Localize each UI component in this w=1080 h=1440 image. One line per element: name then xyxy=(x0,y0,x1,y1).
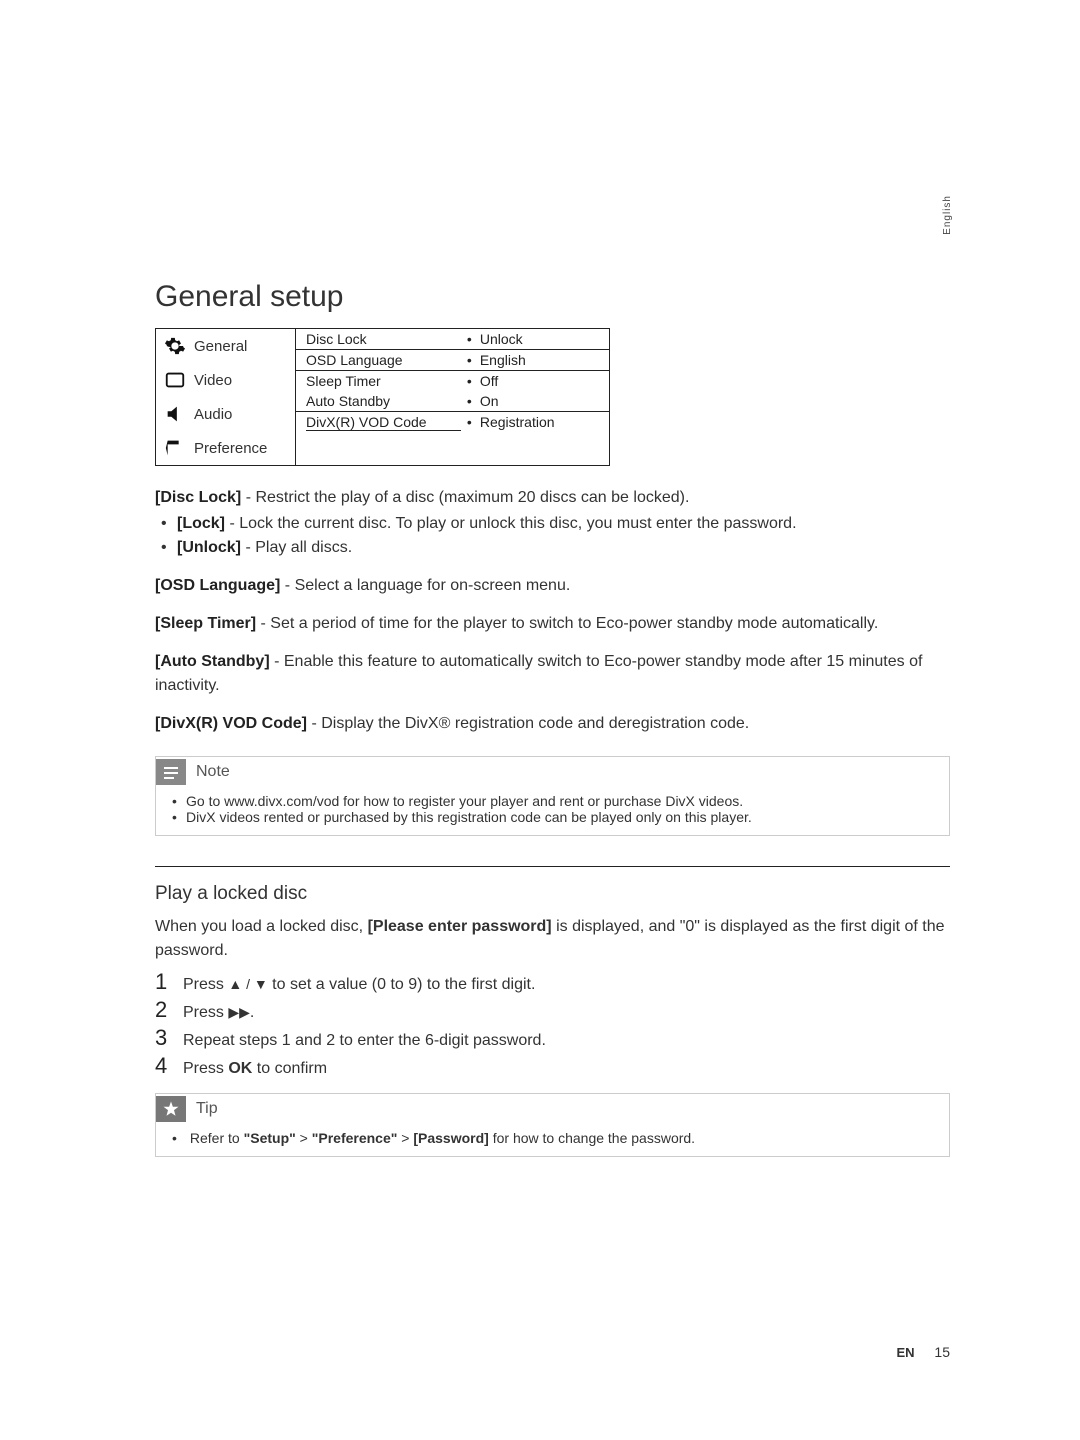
sidebar-item-general[interactable]: General xyxy=(156,329,295,363)
gear-icon xyxy=(164,335,186,357)
language-tab: English xyxy=(942,195,953,235)
step-2: Press ▶▶. xyxy=(155,997,950,1023)
bullet-icon: • xyxy=(467,393,474,409)
osd-row-label: Auto Standby xyxy=(306,393,461,409)
osd-row[interactable]: Sleep Timer • Off xyxy=(296,371,609,391)
bullet-icon: • xyxy=(467,373,474,389)
footer-lang: EN xyxy=(896,1345,914,1360)
page-footer: EN 15 xyxy=(896,1344,950,1360)
def-lock: [Lock] - Lock the current disc. To play … xyxy=(177,512,950,536)
tip-icon xyxy=(156,1096,186,1122)
osd-row-value: On xyxy=(480,393,599,409)
def-disc-lock: [Disc Lock] - Restrict the play of a dis… xyxy=(155,486,950,560)
note-callout: Note Go to www.divx.com/vod for how to r… xyxy=(155,756,950,836)
osd-row-value: Off xyxy=(480,373,599,389)
sidebar-item-label: Preference xyxy=(194,440,267,457)
osd-row-label: Disc Lock xyxy=(306,331,461,347)
up-down-icon: ▲ / ▼ xyxy=(228,976,267,992)
osd-row-label: OSD Language xyxy=(306,352,461,368)
preference-icon xyxy=(164,437,186,459)
osd-sidebar: General Video Audio Preference xyxy=(156,329,296,465)
note-icon xyxy=(156,759,186,785)
sidebar-item-label: General xyxy=(194,338,247,355)
bullet-icon: • xyxy=(467,352,474,368)
osd-row[interactable]: Disc Lock • Unlock xyxy=(296,329,609,350)
tip-title: Tip xyxy=(196,1100,218,1118)
step-3: Repeat steps 1 and 2 to enter the 6-digi… xyxy=(155,1025,950,1051)
def-sleep-timer: [Sleep Timer] - Set a period of time for… xyxy=(155,612,950,636)
osd-row[interactable]: Auto Standby • On xyxy=(296,391,609,412)
audio-icon xyxy=(164,403,186,425)
sidebar-item-video[interactable]: Video xyxy=(156,363,295,397)
note-item: DivX videos rented or purchased by this … xyxy=(174,809,931,825)
sidebar-item-preference[interactable]: Preference xyxy=(156,431,295,465)
osd-row-value: Registration xyxy=(480,414,599,431)
def-osd-language: [OSD Language] - Select a language for o… xyxy=(155,574,950,598)
footer-page-number: 15 xyxy=(934,1344,950,1360)
tip-callout: Tip Refer to "Setup" > "Preference" > [P… xyxy=(155,1093,950,1157)
locked-disc-heading: Play a locked disc xyxy=(155,883,950,905)
step-4: Press OK to confirm xyxy=(155,1053,950,1079)
note-item: Go to www.divx.com/vod for how to regist… xyxy=(174,793,931,809)
osd-menu: General Video Audio Preference xyxy=(155,328,610,466)
step-1: Press ▲ / ▼ to set a value (0 to 9) to t… xyxy=(155,969,950,995)
bullet-icon: • xyxy=(467,414,474,431)
definitions: [Disc Lock] - Restrict the play of a dis… xyxy=(155,486,950,736)
video-icon xyxy=(164,369,186,391)
osd-row-label: Sleep Timer xyxy=(306,373,461,389)
osd-row-value: Unlock xyxy=(480,331,599,347)
fast-forward-icon: ▶▶ xyxy=(228,1004,250,1020)
osd-content: Disc Lock • Unlock OSD Language • Englis… xyxy=(296,329,609,465)
tip-item: Refer to "Setup" > "Preference" > [Passw… xyxy=(174,1130,931,1146)
def-divx-code: [DivX(R) VOD Code] - Display the DivX® r… xyxy=(155,712,950,736)
note-title: Note xyxy=(196,763,230,781)
osd-row[interactable]: OSD Language • English xyxy=(296,350,609,371)
steps-list: Press ▲ / ▼ to set a value (0 to 9) to t… xyxy=(155,969,950,1079)
def-auto-standby: [Auto Standby] - Enable this feature to … xyxy=(155,650,950,698)
bullet-icon: • xyxy=(467,331,474,347)
osd-row-value: English xyxy=(480,352,599,368)
sidebar-item-label: Video xyxy=(194,372,232,389)
section-divider xyxy=(155,866,950,867)
locked-disc-intro: When you load a locked disc, [Please ent… xyxy=(155,915,950,963)
osd-row[interactable]: DivX(R) VOD Code • Registration xyxy=(296,412,609,433)
osd-row-label: DivX(R) VOD Code xyxy=(306,414,461,431)
sidebar-item-audio[interactable]: Audio xyxy=(156,397,295,431)
page-title: General setup xyxy=(155,280,950,314)
sidebar-item-label: Audio xyxy=(194,406,232,423)
def-unlock: [Unlock] - Play all discs. xyxy=(177,536,950,560)
